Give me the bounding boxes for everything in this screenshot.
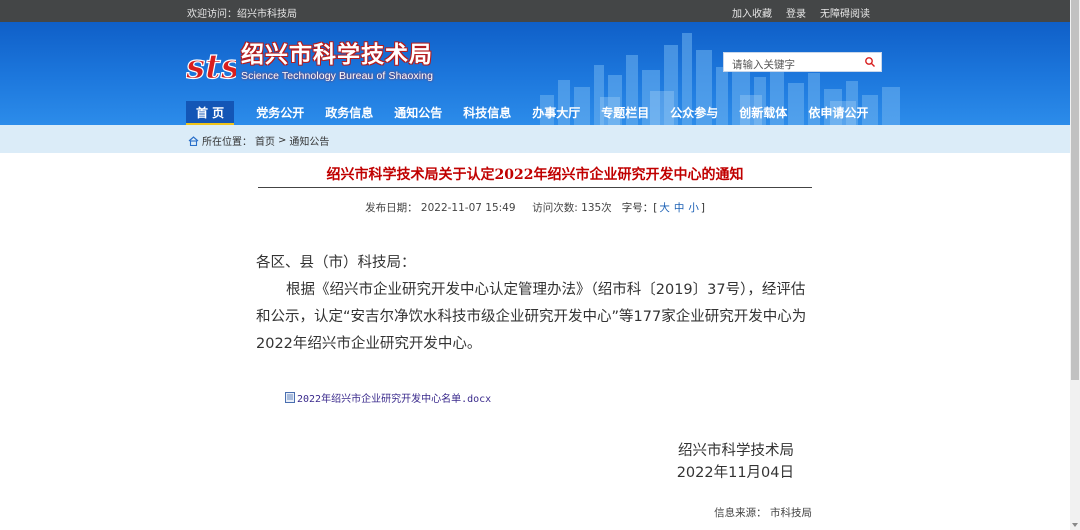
signature-org: 绍兴市科学技术局 [678, 443, 794, 459]
signature-date: 2022年11月04日 [676, 465, 794, 481]
title-divider [258, 187, 812, 188]
breadcrumb-current[interactable]: 通知公告 [289, 133, 329, 148]
document-icon [285, 392, 295, 403]
article-body: 各区、县（市）科技局： 根据《绍兴市企业研究开发中心认定管理办法》（绍市科〔20… [256, 250, 808, 358]
article-meta: 发布日期： 2022-11-07 15:49 访问次数: 135次 字号：[大中… [258, 200, 812, 215]
source-label: 信息来源： [714, 507, 767, 519]
font-size-medium[interactable]: 中 [672, 202, 687, 214]
font-size-label: 字号：[ [621, 202, 658, 214]
utility-links: 加入收藏 登录 无障碍阅读 [732, 5, 870, 20]
site-logo[interactable]: sts 绍兴市科学技术局 Science Technology Bureau o… [186, 41, 434, 87]
accessibility-link[interactable]: 无障碍阅读 [820, 5, 870, 20]
publish-date: 2022-11-07 15:49 [420, 202, 516, 214]
top-utility-bar: 欢迎访问：绍兴市科技局 加入收藏 登录 无障碍阅读 [0, 0, 1070, 22]
page-scrollbar[interactable] [1070, 0, 1080, 530]
publish-date-label: 发布日期： [365, 202, 418, 214]
site-name-en: Science Technology Bureau of Shaoxing [241, 70, 434, 82]
breadcrumb: 所在位置： 首页 > 通知公告 [0, 125, 1070, 153]
nav-item-notices[interactable]: 通知公告 [394, 101, 442, 125]
welcome-text: 欢迎访问：绍兴市科技局 [187, 9, 297, 20]
scrollbar-thumb[interactable] [1071, 0, 1079, 380]
scroll-down-icon[interactable] [1072, 523, 1078, 527]
attachment-filename[interactable]: 2022年绍兴市企业研究开发中心名单.docx [297, 390, 491, 405]
source-value: 市科技局 [770, 507, 812, 519]
search-box [723, 52, 882, 74]
search-input[interactable] [724, 56, 860, 74]
sts-logo-icon: sts [186, 46, 236, 86]
nav-item-disclosure-request[interactable]: 依申请公开 [808, 101, 868, 125]
nav-item-tech-info[interactable]: 科技信息 [463, 101, 511, 125]
breadcrumb-home-link[interactable]: 首页 [255, 133, 275, 148]
nav-item-special-topics[interactable]: 专题栏目 [601, 101, 649, 125]
nav-item-service-hall[interactable]: 办事大厅 [532, 101, 580, 125]
article-salutation: 各区、县（市）科技局： [256, 255, 416, 271]
breadcrumb-prefix: 所在位置： [202, 137, 252, 148]
font-size-small[interactable]: 小 [686, 202, 701, 214]
breadcrumb-separator: > [278, 135, 287, 146]
site-name: 绍兴市科学技术局 [241, 41, 433, 68]
logo-mark-text: sts [186, 47, 236, 86]
attachment-link[interactable]: 2022年绍兴市企业研究开发中心名单.docx [285, 390, 491, 405]
nav-item-innovation-carriers[interactable]: 创新载体 [739, 101, 787, 125]
visit-count: 135次 [581, 202, 612, 214]
search-icon[interactable] [864, 56, 876, 68]
font-size-large[interactable]: 大 [657, 202, 672, 214]
add-favorite-link[interactable]: 加入收藏 [732, 5, 772, 20]
nav-item-government-info[interactable]: 政务信息 [325, 101, 373, 125]
nav-item-public-participation[interactable]: 公众参与 [670, 101, 718, 125]
site-header: sts 绍兴市科学技术局 Science Technology Bureau o… [0, 22, 1070, 125]
article-title: 绍兴市科学技术局关于认定2022年绍兴市企业研究开发中心的通知 [326, 167, 744, 183]
main-nav: 首 页 党务公开 政务信息 通知公告 科技信息 办事大厅 专题栏目 公众参与 创… [186, 101, 868, 125]
font-size-close: ] [700, 202, 705, 214]
nav-item-home[interactable]: 首 页 [186, 101, 235, 125]
login-link[interactable]: 登录 [786, 5, 806, 20]
nav-item-party-affairs[interactable]: 党务公开 [256, 101, 304, 125]
info-source: 信息来源： 市科技局 [560, 505, 812, 520]
signature-block: 绍兴市科学技术局 2022年11月04日 [640, 440, 794, 484]
article-paragraph: 根据《绍兴市企业研究开发中心认定管理办法》（绍市科〔2019〕37号），经评估和… [256, 282, 807, 352]
visits-label: 访问次数: [532, 202, 578, 214]
home-icon [188, 135, 199, 146]
